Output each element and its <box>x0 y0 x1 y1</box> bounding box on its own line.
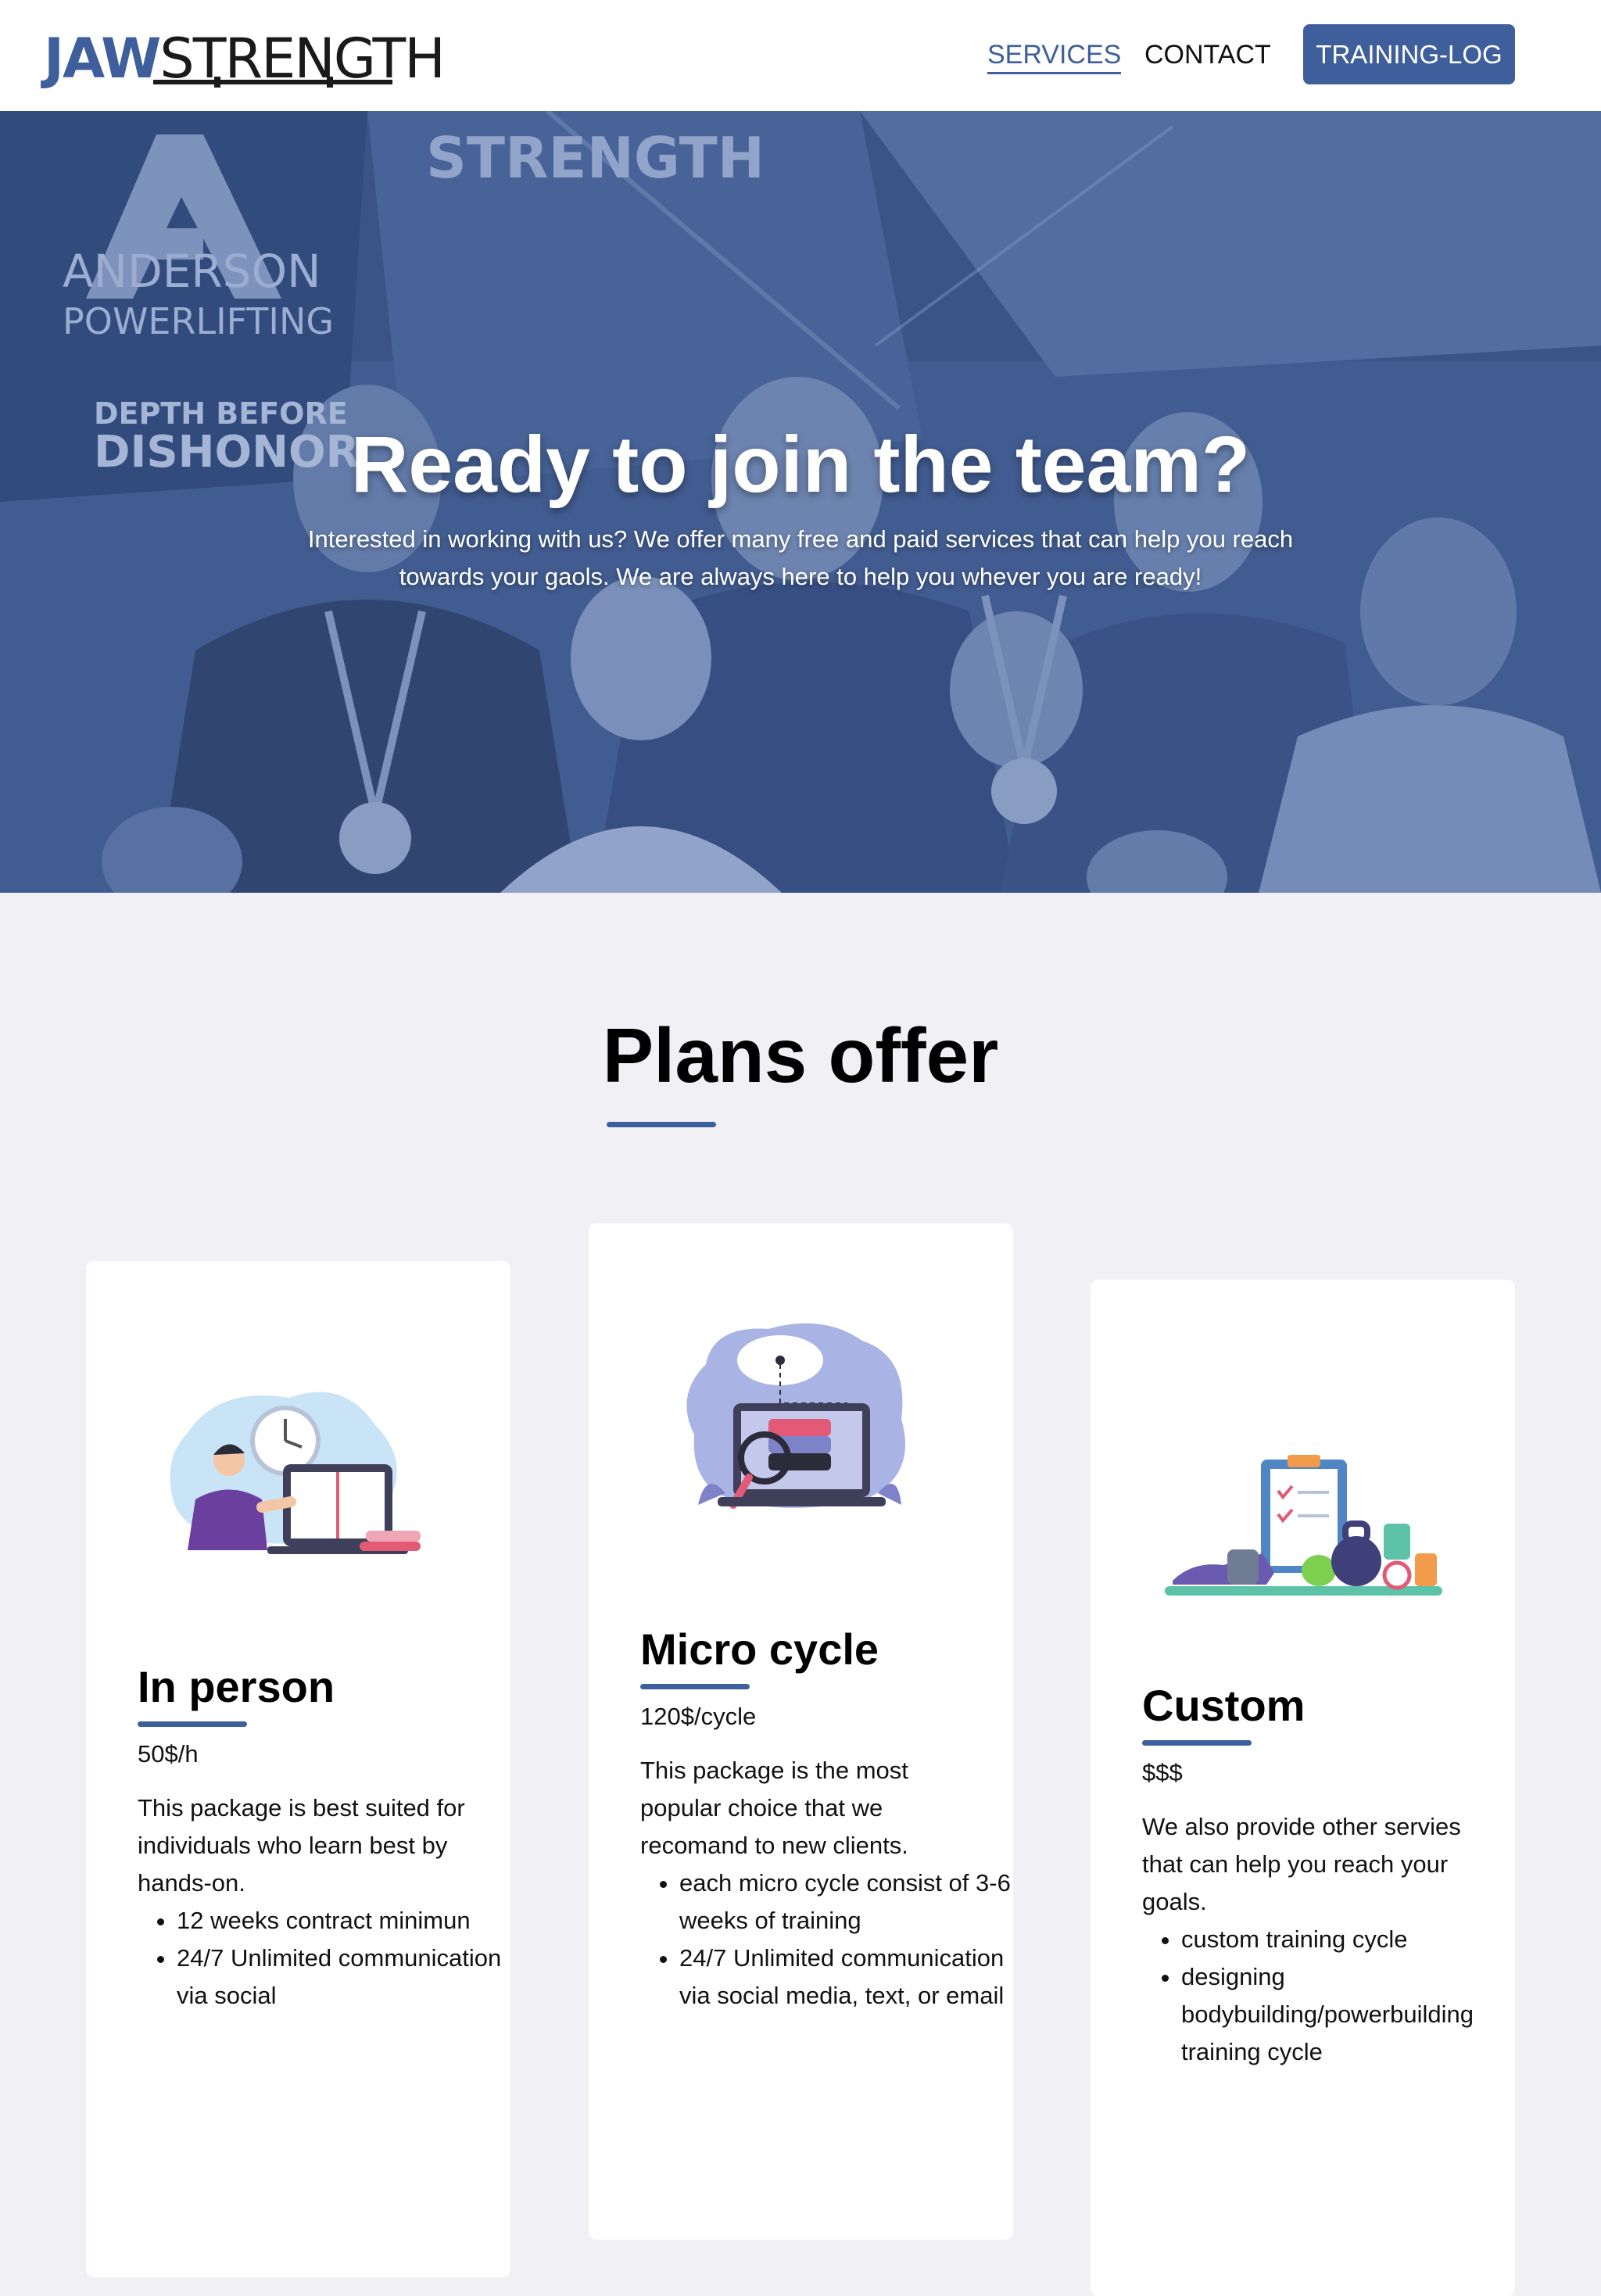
plan-feature-item: custom training cycle <box>1181 1921 1541 1958</box>
plan-feature-item: each micro cycle consist of 3-6 weeks of… <box>679 1864 1039 1940</box>
plan-card-micro-cycle: Micro cycle 120$/cycle This package is t… <box>589 1223 1013 2240</box>
person-with-laptop-illustration <box>170 1392 421 1554</box>
nav-link-contact[interactable]: CONTACT <box>1144 38 1271 72</box>
plan-description: This package is best suited for individu… <box>138 1794 465 1897</box>
brand-logo[interactable]: JAWSTRENGTH <box>44 23 446 94</box>
plan-title-underline <box>640 1684 750 1689</box>
plans-section-title: Plans offer <box>602 1012 999 1098</box>
logo-jaw-text: JAW <box>44 27 161 91</box>
plan-feature-item: 12 weeks contract minimun <box>177 1902 536 1940</box>
plans-title-underline <box>607 1122 716 1127</box>
plan-card-in-person: In person 50$/h This package is best sui… <box>86 1261 510 2277</box>
hero-banner: ANDERSON POWERLIFTING DEPTH BEFORE DISHO… <box>0 111 1601 893</box>
training-log-button[interactable]: TRAINING-LOG <box>1303 24 1515 84</box>
plan-feature-item: designing bodybuilding/powerbuilding tra… <box>1181 1958 1541 2071</box>
fitness-equipment-illustration <box>1165 1455 1442 1596</box>
plan-feature-item: 24/7 Unlimited communication via social <box>177 1940 536 2015</box>
plan-title-underline <box>1142 1740 1252 1746</box>
hero-title: Ready to join the team? <box>350 420 1251 509</box>
plan-feature-list: 12 weeks contract minimun 24/7 Unlimited… <box>138 1902 536 2015</box>
hero-subtitle: Interested in working with us? We offer … <box>307 525 1294 590</box>
plan-feature-list: each micro cycle consist of 3-6 weeks of… <box>640 1864 1039 2015</box>
cloud-laptop-search-illustration <box>686 1323 905 1509</box>
plan-feature-item: 24/7 Unlimited communication via social … <box>679 1940 1039 2015</box>
nav-link-services[interactable]: SERVICES <box>987 38 1122 74</box>
plan-card-custom: Custom $$$ We also provide other servies… <box>1091 1280 1515 2296</box>
plan-description: We also provide other servies that can h… <box>1142 1813 1461 1915</box>
plan-price: 50$/h <box>138 1740 199 1768</box>
plan-title: In person <box>138 1662 335 1711</box>
plan-price: 120$/cycle <box>640 1703 757 1730</box>
logo-barbell-icon <box>153 77 392 88</box>
plan-description: This package is the most popular choice … <box>640 1757 908 1859</box>
top-navbar: JAWSTRENGTH SERVICES CONTACT TRAINING-LO… <box>0 0 1601 111</box>
plan-title: Custom <box>1142 1681 1306 1730</box>
plan-title: Micro cycle <box>640 1624 879 1674</box>
plan-price: $$$ <box>1142 1759 1183 1786</box>
plan-title-underline <box>138 1721 247 1727</box>
plan-feature-list: custom training cycle designing bodybuil… <box>1142 1921 1541 2071</box>
